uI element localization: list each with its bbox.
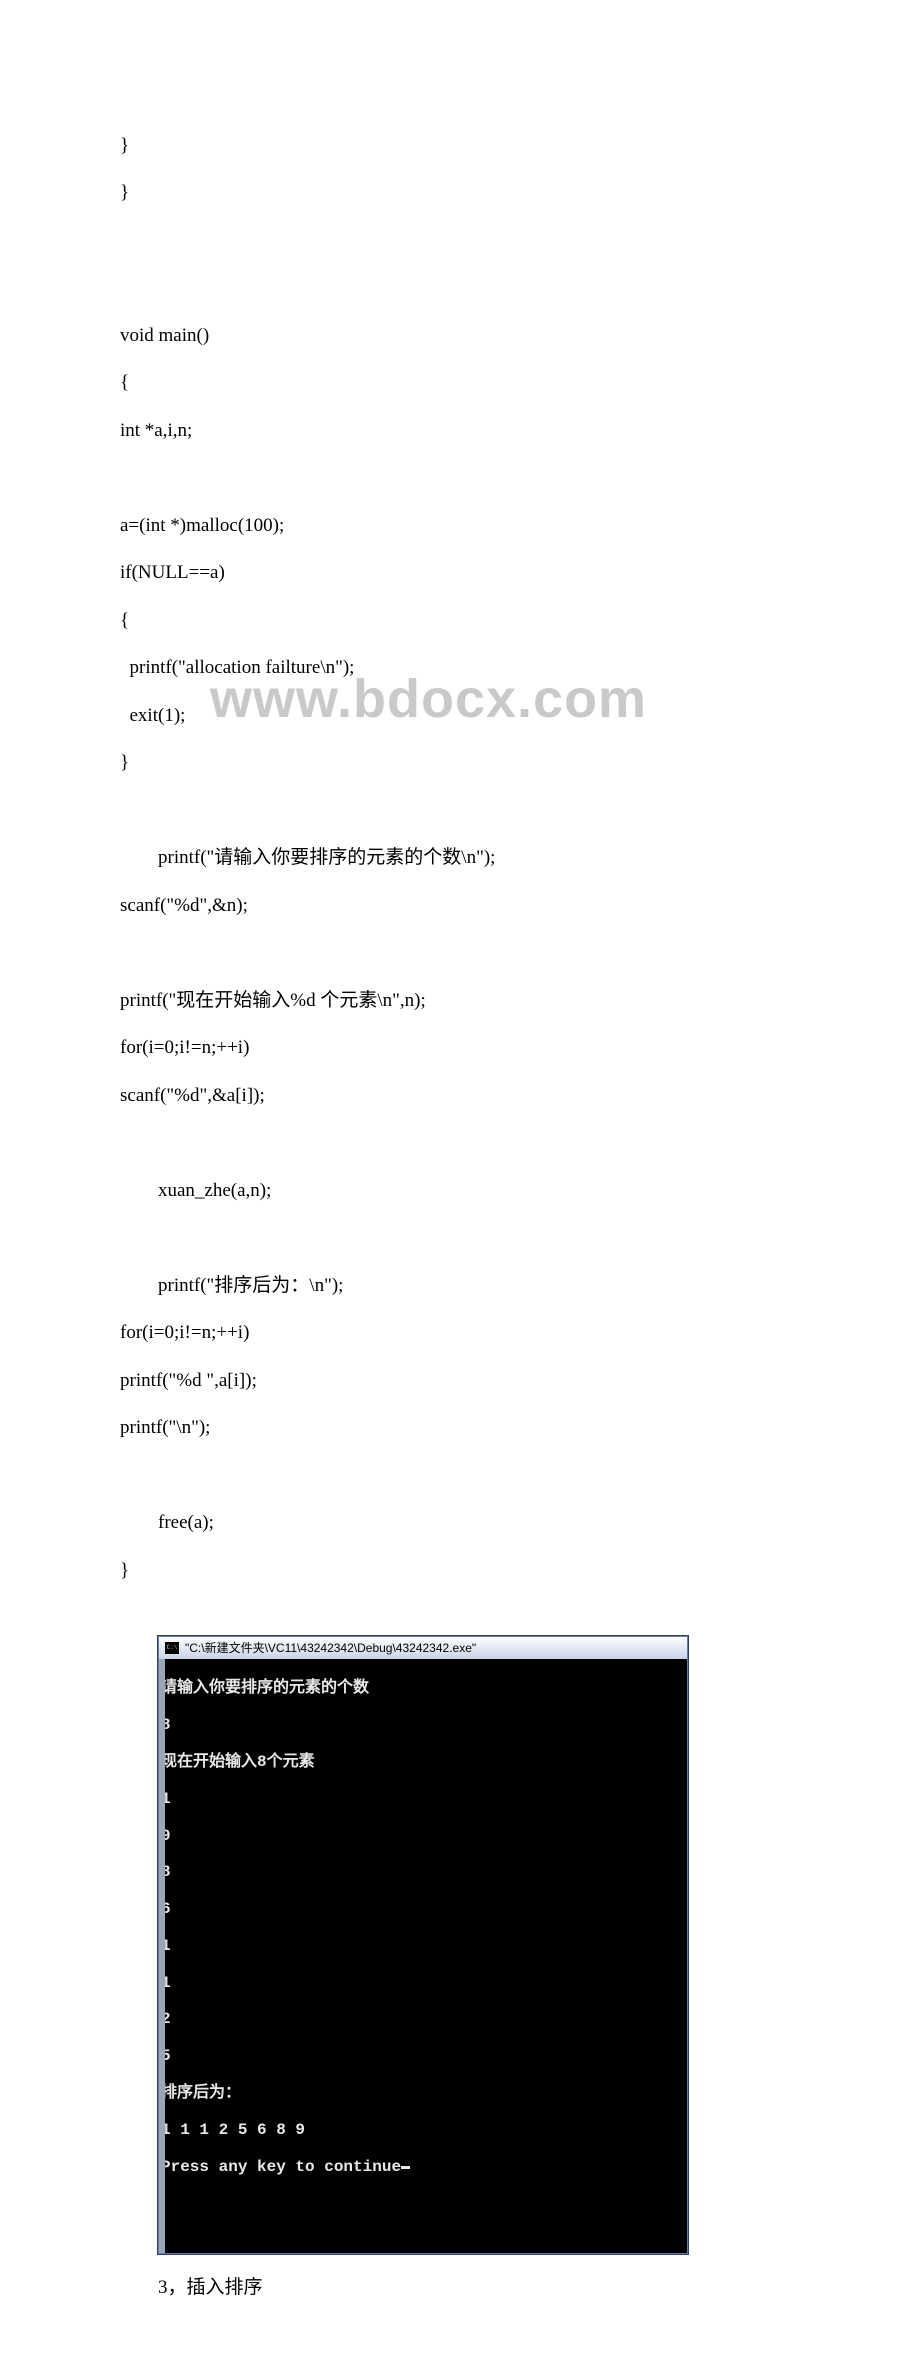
code-line	[120, 276, 800, 300]
console-line: 1 1 1 2 5 6 8 9	[161, 2121, 685, 2139]
code-line: xuan_zhe(a,n);	[120, 1179, 800, 1203]
code-line: }	[120, 134, 800, 158]
code-line: printf("请输入你要排序的元素的个数\n");	[120, 846, 800, 870]
code-line: printf("现在开始输入%d 个元素\n",n);	[120, 989, 800, 1013]
console-line: 现在开始输入8个元素	[161, 1753, 685, 1771]
code-line: for(i=0;i!=n;++i)	[120, 1321, 800, 1345]
code-line	[120, 1131, 800, 1155]
footer-heading: 3，插入排序	[158, 2276, 800, 2300]
code-line: free(a);	[120, 1511, 800, 1535]
code-line: {	[120, 371, 800, 395]
console-line: 2	[161, 2010, 685, 2028]
code-line: exit(1);	[120, 704, 800, 728]
code-line: for(i=0;i!=n;++i)	[120, 1036, 800, 1060]
code-line: a=(int *)malloc(100);	[120, 514, 800, 538]
console-titlebar: C:\ "C:\新建文件夹\VC11\43242342\Debug\432423…	[159, 1637, 687, 1659]
cmd-icon: C:\	[165, 1642, 179, 1654]
code-line: int *a,i,n;	[120, 419, 800, 443]
code-line: }	[120, 751, 800, 775]
code-line	[120, 229, 800, 253]
console-line: 9	[161, 1827, 685, 1845]
console-line: 6	[161, 1900, 685, 1918]
code-line: if(NULL==a)	[120, 561, 800, 585]
code-line	[120, 799, 800, 823]
console-cursor	[401, 2166, 410, 2169]
code-line: printf("排序后为：\n");	[120, 1274, 800, 1298]
console-line: 8	[161, 1863, 685, 1881]
console-line: 5	[161, 2047, 685, 2065]
code-line: printf("\n");	[120, 1416, 800, 1440]
code-line: }	[120, 1559, 800, 1583]
console-output: 请输入你要排序的元素的个数 8 现在开始输入8个元素 1 9 8 6 1 1 2…	[159, 1659, 687, 2253]
code-line: }	[120, 181, 800, 205]
code-line: scanf("%d",&n);	[120, 894, 800, 918]
console-line: Press any key to continue	[161, 2158, 685, 2176]
code-line: void main()	[120, 324, 800, 348]
code-line: printf("allocation failture\n");	[120, 656, 800, 680]
code-line	[120, 1226, 800, 1250]
console-line: 1	[161, 1790, 685, 1808]
code-line	[120, 1464, 800, 1488]
console-scrollbar[interactable]	[159, 1659, 165, 2253]
console-line: 请输入你要排序的元素的个数	[161, 1679, 685, 1697]
code-block: } } void main() { int *a,i,n; a=(int *)m…	[120, 110, 800, 1630]
console-line: 8	[161, 1716, 685, 1734]
console-title: "C:\新建文件夹\VC11\43242342\Debug\43242342.e…	[185, 1641, 476, 1656]
code-line: {	[120, 609, 800, 633]
code-line	[120, 466, 800, 490]
code-line	[120, 941, 800, 965]
code-line: scanf("%d",&a[i]);	[120, 1084, 800, 1108]
console-window: C:\ "C:\新建文件夹\VC11\43242342\Debug\432423…	[158, 1636, 688, 2254]
console-line: 1	[161, 1974, 685, 1992]
console-line: 1	[161, 1937, 685, 1955]
code-line: printf("%d ",a[i]);	[120, 1369, 800, 1393]
console-line: 排序后为：	[161, 2084, 685, 2102]
